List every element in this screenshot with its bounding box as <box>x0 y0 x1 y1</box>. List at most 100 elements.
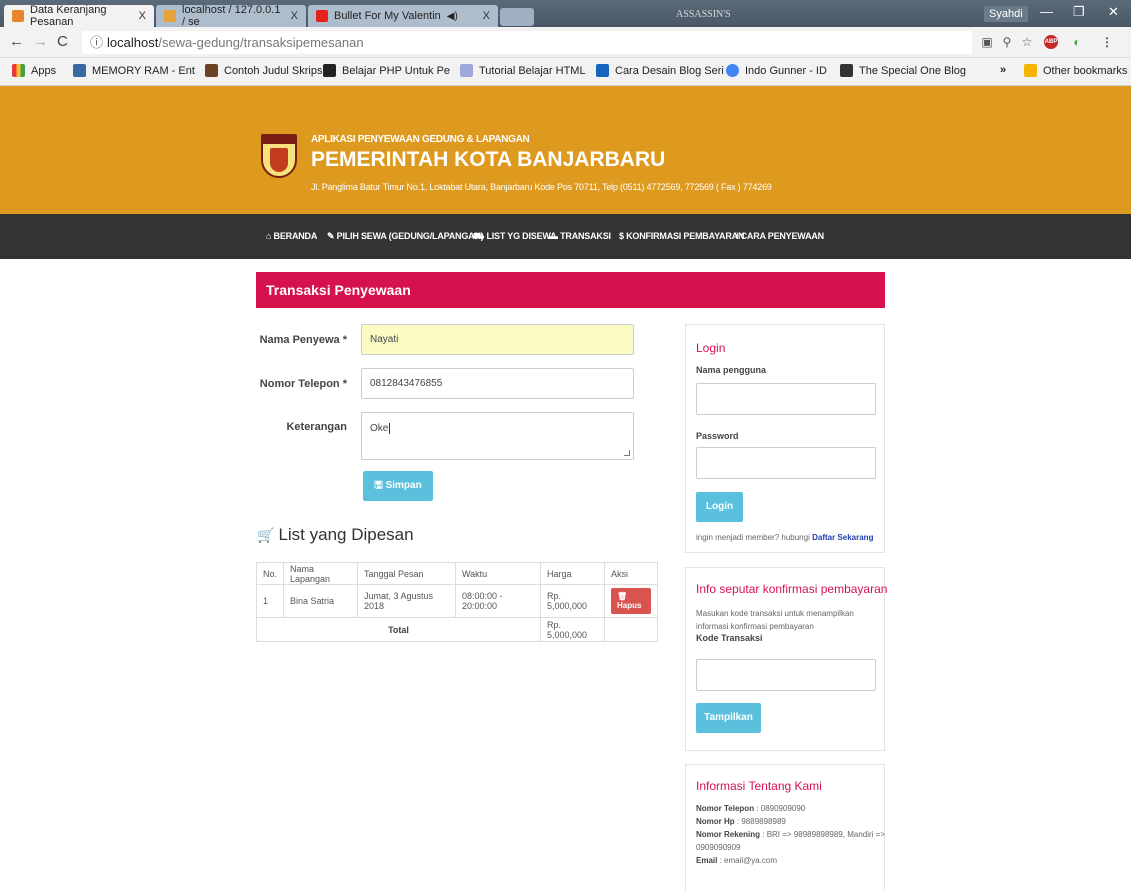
list-title: 🛒 List yang Dipesan <box>257 525 414 544</box>
tab-close-icon[interactable]: X <box>477 10 490 22</box>
bookmark-item[interactable]: Contoh Judul Skripsi <box>205 64 325 77</box>
bookmark-favicon-icon <box>323 64 336 77</box>
site-subtitle: APLIKASI PENYEWAAN GEDUNG & LAPANGAN <box>311 134 530 145</box>
order-table: No. Nama Lapangan Tanggal Pesan Waktu Ha… <box>255 562 658 642</box>
bookmarks-bar: Apps MEMORY RAM - Ent Contoh Judul Skrip… <box>0 58 1131 86</box>
tab-title: Data Keranjang Pesanan <box>30 4 107 28</box>
close-window-icon[interactable]: ✕ <box>1108 4 1119 20</box>
kode-label: Kode Transaksi <box>696 633 763 643</box>
total-label: Total <box>255 617 542 642</box>
kode-input[interactable] <box>696 659 876 691</box>
login-button[interactable]: Login <box>696 492 743 522</box>
telp-input[interactable]: 0812843476855 <box>361 368 634 399</box>
tab-close-icon[interactable]: X <box>285 10 298 22</box>
login-title: Login <box>696 341 726 355</box>
bookmark-apps[interactable]: Apps <box>12 64 56 77</box>
cell-aksi: 🗑 Hapus <box>604 584 658 618</box>
city-logo <box>261 134 297 178</box>
tampilkan-button[interactable]: Tampilkan <box>696 703 761 733</box>
daftar-link[interactable]: Daftar Sekarang <box>812 533 873 542</box>
tab-youtube[interactable]: Bullet For My Valentin ◀) X <box>308 5 498 27</box>
member-text: ingin menjadi member? hubungi Daftar Sek… <box>696 533 874 542</box>
zoom-icon[interactable]: ⚲ <box>1000 35 1014 49</box>
reload-icon[interactable]: C <box>57 33 68 50</box>
site-title: PEMERINTAH KOTA BANJARBARU <box>311 148 666 171</box>
tab-phpmyadmin[interactable]: localhost / 127.0.0.1 / se X <box>156 4 306 28</box>
bookmark-item[interactable]: The Special One Blog <box>840 64 966 77</box>
profile-button[interactable]: Syahdi <box>984 6 1028 22</box>
nav-cara-penyewaan[interactable]: i CARA PENYEWAAN <box>736 231 824 241</box>
nav-transaksi[interactable]: ▬ TRANSAKSI <box>549 231 611 241</box>
back-icon[interactable]: ← <box>9 33 24 50</box>
save-icon: 🖫 <box>374 480 386 491</box>
more-bookmarks-button[interactable]: » <box>1000 64 1006 76</box>
total-value: Rp. 5,000,000 <box>540 617 606 642</box>
col-nama: Nama Lapangan <box>283 562 359 585</box>
username-input[interactable] <box>696 383 876 415</box>
tab-data-keranjang[interactable]: Data Keranjang Pesanan X <box>4 4 154 28</box>
username-label: Nama pengguna <box>696 365 767 375</box>
panel-header: Transaksi Penyewaan <box>256 272 885 308</box>
home-icon: ⌂ <box>266 231 274 241</box>
info-title: Informasi Tentang Kami <box>696 779 822 793</box>
info-icon[interactable]: ⓘ <box>90 35 103 50</box>
col-aksi: Aksi <box>604 562 658 585</box>
keterangan-value: Oke <box>370 423 389 434</box>
cell-waktu: 08:00:00 - 20:00:00 <box>455 584 542 618</box>
trash-icon: 🗑 <box>617 592 628 601</box>
simpan-button[interactable]: 🖫 Simpan <box>363 471 433 501</box>
bookmark-item[interactable]: Tutorial Belajar HTML <box>460 64 586 77</box>
url-host: localhost <box>107 35 159 50</box>
nav-beranda[interactable]: ⌂ BERANDA <box>266 231 317 241</box>
translate-icon[interactable]: ▣ <box>980 35 994 49</box>
info-telp: Nomor Telepon : 0890909090 <box>696 804 806 813</box>
nav-list-disewa[interactable]: ⛟ LIST YG DISEWA <box>473 231 557 243</box>
col-harga: Harga <box>540 562 606 585</box>
forward-icon[interactable]: → <box>33 33 48 50</box>
youtube-favicon-icon <box>316 10 328 22</box>
keterangan-textarea[interactable]: Oke <box>361 412 634 460</box>
bookmark-favicon-icon <box>840 64 853 77</box>
other-bookmarks[interactable]: Other bookmarks <box>1024 64 1127 77</box>
bookmark-item[interactable]: MEMORY RAM - Ent <box>73 64 195 77</box>
nama-input[interactable]: Nayati <box>361 324 634 355</box>
bookmark-item[interactable]: Belajar PHP Untuk Pe <box>323 64 450 77</box>
tab-title: localhost / 127.0.0.1 / se <box>182 4 281 28</box>
tab-close-icon[interactable]: X <box>133 10 146 22</box>
konfirmasi-desc-2: informasi konfirmasi pembayaran <box>696 622 814 631</box>
apps-grid-icon <box>12 64 25 77</box>
adblock-icon[interactable]: ABP <box>1044 35 1058 49</box>
bookmark-favicon-icon <box>205 64 218 77</box>
keterangan-label: Keterangan <box>286 421 347 433</box>
cell-no: 1 <box>255 584 285 618</box>
bookmark-item[interactable]: Cara Desain Blog Seri <box>596 64 724 77</box>
bookmark-favicon-icon <box>73 64 86 77</box>
audio-playing-icon[interactable]: ◀) <box>447 11 458 22</box>
cart-icon: 🛒 <box>257 526 275 543</box>
col-tanggal: Tanggal Pesan <box>357 562 457 585</box>
hapus-button[interactable]: 🗑 Hapus <box>611 588 651 614</box>
tab-title: Bullet For My Valentin <box>334 10 441 22</box>
bookmark-item[interactable]: Indo Gunner - ID <box>726 64 827 77</box>
telp-label: Nomor Telepon * <box>259 378 347 390</box>
site-header: APLIKASI PENYEWAAN GEDUNG & LAPANGAN PEM… <box>0 86 1131 214</box>
minimize-icon[interactable]: — <box>1040 4 1053 19</box>
theme-title-text: ASSASSIN'S <box>676 9 731 20</box>
menu-icon[interactable]: ⋮ <box>1100 35 1114 49</box>
nav-konfirmasi[interactable]: $ KONFIRMASI PEMBAYARAN <box>619 231 744 241</box>
url-input[interactable]: ⓘ localhost/sewa-gedung/transaksipemesana… <box>82 31 972 54</box>
col-no: No. <box>255 562 285 585</box>
nav-pilih-sewa[interactable]: ✎ PILIH SEWA (GEDUNG/LAPANGAN) <box>327 231 484 242</box>
password-input[interactable] <box>696 447 876 479</box>
maximize-icon[interactable]: ❐ <box>1073 4 1085 20</box>
edit-icon: ✎ <box>327 231 337 241</box>
bookmark-star-icon[interactable]: ☆ <box>1020 35 1034 49</box>
folder-icon <box>1024 64 1037 77</box>
nama-label: Nama Penyewa * <box>259 334 347 346</box>
address-bar-row: ← → C ⓘ localhost/sewa-gedung/transaksipe… <box>0 27 1131 58</box>
extension-icon[interactable]: ◐ <box>1070 35 1084 49</box>
new-tab-button[interactable] <box>500 8 534 26</box>
resize-handle-icon[interactable] <box>624 450 630 456</box>
cart-icon: ⛟ <box>473 231 487 241</box>
bookmark-favicon-icon <box>460 64 473 77</box>
